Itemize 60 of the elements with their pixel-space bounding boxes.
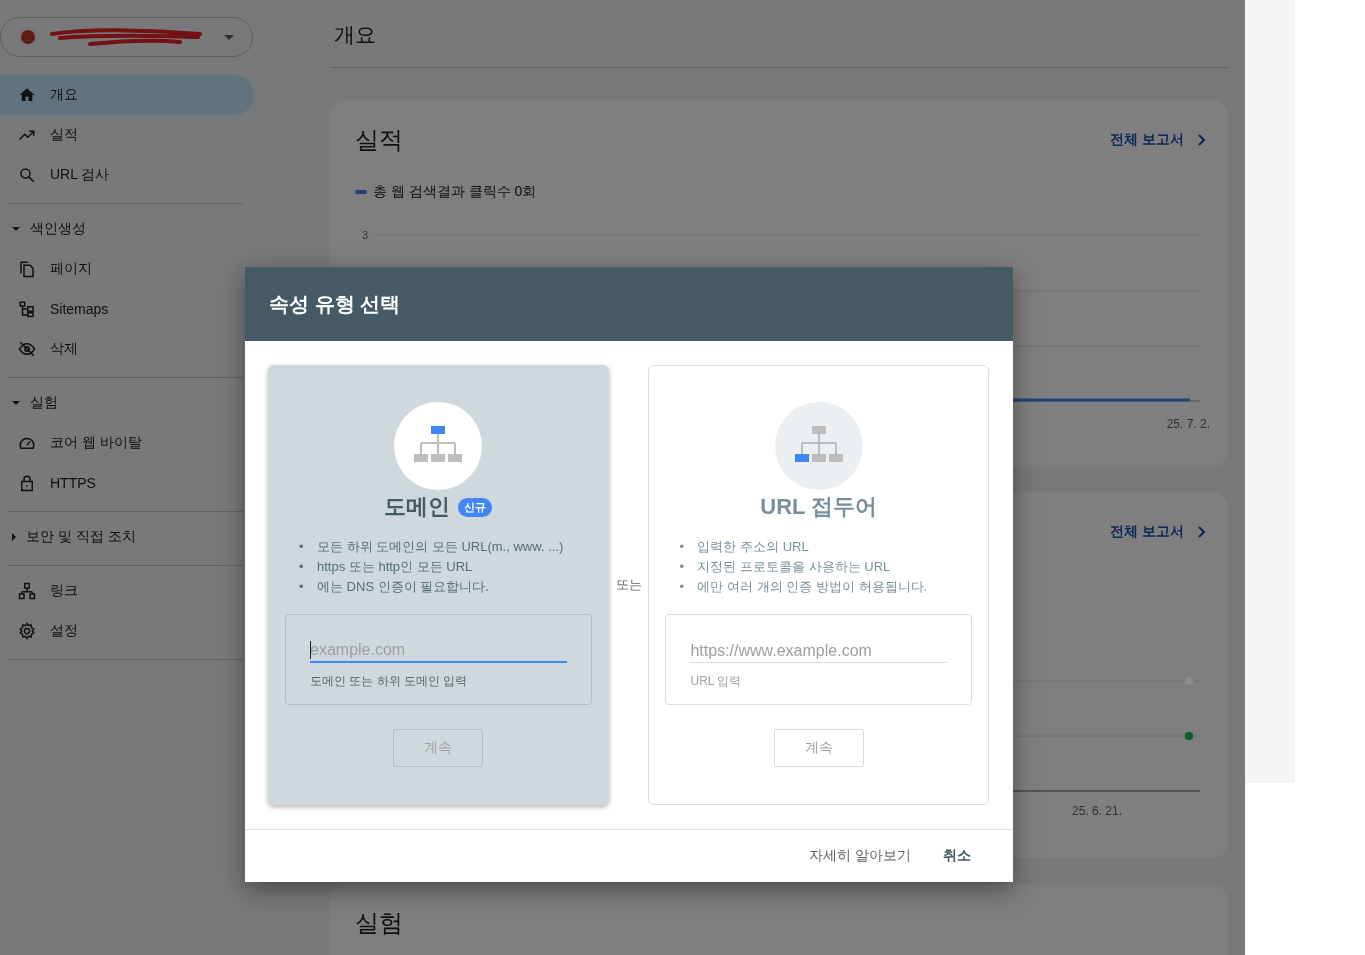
- page-title: 개요: [334, 22, 376, 48]
- dropdown-caret-icon: [224, 34, 234, 40]
- feature-item: • 에만 여러 개의 인증 방법이 허용됩니다.: [679, 578, 928, 596]
- nav-item[interactable]: 페이지: [0, 249, 254, 289]
- pages-icon: [18, 260, 36, 278]
- sitemap-icon: [18, 300, 36, 318]
- settings-icon: [18, 622, 36, 640]
- card-title: 실적: [355, 125, 403, 155]
- property-option-card[interactable]: URL 접두어 • 입력한 주소의 URL • 지정된 프로토콜을 사용하는 URL • 에만 여러 개의 인증 방법이 허용됩니다. https://www.example.com URL 입력 계속: [648, 365, 989, 805]
- hierarchy-icon: [394, 402, 483, 490]
- nav-item[interactable]: URL 검사: [0, 155, 254, 195]
- search-icon: [18, 166, 36, 184]
- expanded-caret-icon: [12, 401, 20, 405]
- nav-item[interactable]: 개요: [0, 75, 254, 115]
- date-axis-label: 25. 7. 2.: [1166, 417, 1210, 431]
- nav-item[interactable]: 삭제: [0, 329, 254, 369]
- full-report-link[interactable]: 전체 보고서: [1110, 131, 1210, 149]
- nav-item[interactable]: HTTPS: [0, 463, 254, 503]
- learn-more-button[interactable]: 자세히 알아보기: [797, 839, 923, 873]
- feature-item: • 입력한 주소의 URL: [679, 538, 809, 556]
- legend-label: 총 웹 검색결과 클릭수 0회: [373, 183, 537, 201]
- network-icon: [18, 582, 36, 600]
- nav-section-header[interactable]: 보안 및 직접 조치: [0, 517, 240, 557]
- collapsed-caret-icon: [12, 533, 16, 541]
- site-avatar-icon: [18, 27, 38, 47]
- continue-button[interactable]: 계속: [773, 729, 864, 767]
- feature-item: • 지정된 프로토콜을 사용하는 URL: [679, 558, 891, 576]
- lock-icon: [18, 474, 36, 492]
- legend-swatch-icon: [355, 190, 367, 194]
- dialog-title: 속성 유형 선택: [269, 291, 401, 317]
- home-icon: [18, 86, 36, 104]
- nav-section-header[interactable]: 실험: [0, 383, 240, 423]
- chevron-right-icon: [1198, 526, 1206, 538]
- nav-item[interactable]: Sitemaps: [0, 289, 254, 329]
- chevron-right-icon: [1198, 134, 1206, 146]
- nav-section-header[interactable]: 색인생성: [0, 209, 240, 249]
- hidden-eye-icon: [18, 340, 36, 358]
- nav-item[interactable]: 링크: [0, 571, 254, 611]
- expanded-caret-icon: [12, 227, 20, 231]
- property-option-card[interactable]: 도메인 신규 • 모든 하위 도메인의 모든 URL(m., www. ...) • https 또는 http인 모든 URL • 에는 DNS 인증이 필요합니다. example.com 도메인 또는 하위 도메인 입력 계속: [268, 365, 609, 805]
- card-title: 실험: [355, 908, 404, 938]
- input-field[interactable]: example.com: [310, 639, 567, 663]
- option-title: 도메인: [384, 493, 451, 521]
- date-axis-label: 25. 6. 21.: [1071, 804, 1122, 818]
- option-title: URL 접두어: [760, 493, 878, 521]
- separator-label: 또는: [614, 576, 643, 594]
- full-report-link[interactable]: 전체 보고서: [1110, 523, 1210, 541]
- nav-item[interactable]: 설정: [0, 611, 254, 651]
- feature-item: • 에는 DNS 인증이 필요합니다.: [299, 578, 489, 596]
- property-selector[interactable]: [0, 17, 253, 57]
- feature-item: • 모든 하위 도메인의 모든 URL(m., www. ...): [299, 538, 564, 556]
- hierarchy-icon: [774, 402, 863, 490]
- new-badge: 신규: [458, 497, 493, 517]
- feature-item: • https 또는 http인 모든 URL: [299, 558, 473, 576]
- helper-text: URL 입력: [690, 673, 743, 690]
- axis-tick-label: 3: [361, 228, 370, 243]
- nav-item[interactable]: 코어 웹 바이탈: [0, 423, 254, 463]
- helper-text: 도메인 또는 하위 도메인 입력: [310, 673, 469, 690]
- nav-item[interactable]: 실적: [0, 115, 254, 155]
- cancel-button[interactable]: 취소: [931, 839, 983, 873]
